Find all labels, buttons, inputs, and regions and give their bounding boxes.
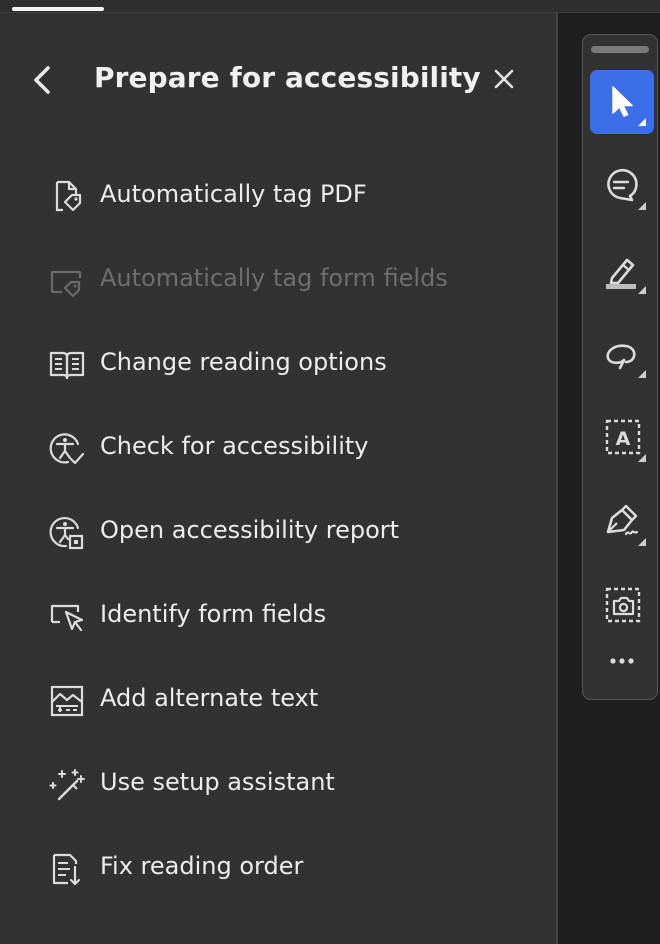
menu-item-add-alternate-text[interactable]: Add alternate text: [0, 658, 556, 742]
open-book-icon: [49, 351, 85, 380]
text-box-tool[interactable]: A: [590, 406, 654, 470]
comment-tool[interactable]: [590, 154, 654, 218]
menu-item-open-accessibility-report[interactable]: Open accessibility report: [0, 490, 556, 574]
highlighter-icon: [606, 258, 646, 294]
magic-wand-icon: [49, 769, 85, 801]
menu-item-label: Automatically tag PDF: [100, 180, 367, 208]
text-box-icon: A: [605, 419, 646, 462]
reading-order-icon: [52, 853, 81, 886]
active-tab-indicator[interactable]: [12, 7, 104, 11]
menu-item-change-reading-options[interactable]: Change reading options: [0, 322, 556, 406]
svg-text:A: A: [616, 428, 631, 450]
highlight-tool[interactable]: [590, 238, 654, 302]
menu-item-label: Fix reading order: [100, 852, 304, 880]
image-alt-text-icon: [50, 685, 84, 717]
menu-item-label: Automatically tag form fields: [100, 264, 448, 292]
sign-tool[interactable]: [590, 490, 654, 554]
menu-item-label: Check for accessibility: [100, 432, 369, 460]
draw-tool[interactable]: [590, 322, 654, 386]
menu-item-label: Open accessibility report: [100, 516, 400, 544]
comment-bubble-icon: [607, 168, 646, 210]
cursor-arrow-icon: [612, 86, 646, 126]
pen-signature-icon: [606, 504, 646, 546]
back-button[interactable]: [26, 63, 60, 97]
accessibility-panel: Prepare for accessibility Automatically …: [0, 13, 556, 944]
menu-item-check-accessibility[interactable]: Check for accessibility: [0, 406, 556, 490]
menu-item-auto-tag-form-fields: Automatically tag form fields: [0, 238, 556, 322]
menu-item-use-setup-assistant[interactable]: Use setup assistant: [0, 742, 556, 826]
form-field-cursor-icon: [50, 604, 84, 632]
menu-item-identify-form-fields[interactable]: Identify form fields: [0, 574, 556, 658]
accessibility-menu: Automatically tag PDF Automatically tag …: [0, 154, 556, 910]
toolbar-drag-handle[interactable]: [591, 46, 649, 53]
menu-item-label: Change reading options: [100, 348, 387, 376]
menu-item-label: Identify form fields: [100, 600, 327, 628]
close-button[interactable]: [488, 63, 520, 95]
accessibility-report-icon: [49, 516, 84, 550]
freehand-loop-icon: [606, 344, 646, 378]
more-tools[interactable]: [590, 629, 654, 693]
form-tag-icon: [50, 270, 82, 298]
top-tab-strip: [0, 0, 660, 13]
select-tool[interactable]: [590, 70, 654, 134]
quick-tools-toolbar: A: [582, 34, 658, 700]
menu-item-fix-reading-order[interactable]: Fix reading order: [0, 826, 556, 910]
app-window: Prepare for accessibility Automatically …: [0, 0, 660, 944]
panel-title: Prepare for accessibility: [94, 61, 481, 94]
document-tag-icon: [55, 180, 82, 212]
menu-item-label: Add alternate text: [100, 684, 319, 712]
more-horizontal-icon: [610, 658, 634, 664]
menu-item-label: Use setup assistant: [100, 768, 335, 796]
menu-item-auto-tag-pdf[interactable]: Automatically tag PDF: [0, 154, 556, 238]
accessibility-check-icon: [49, 433, 85, 465]
chevron-left-icon: [34, 66, 50, 94]
close-icon: [494, 69, 514, 89]
